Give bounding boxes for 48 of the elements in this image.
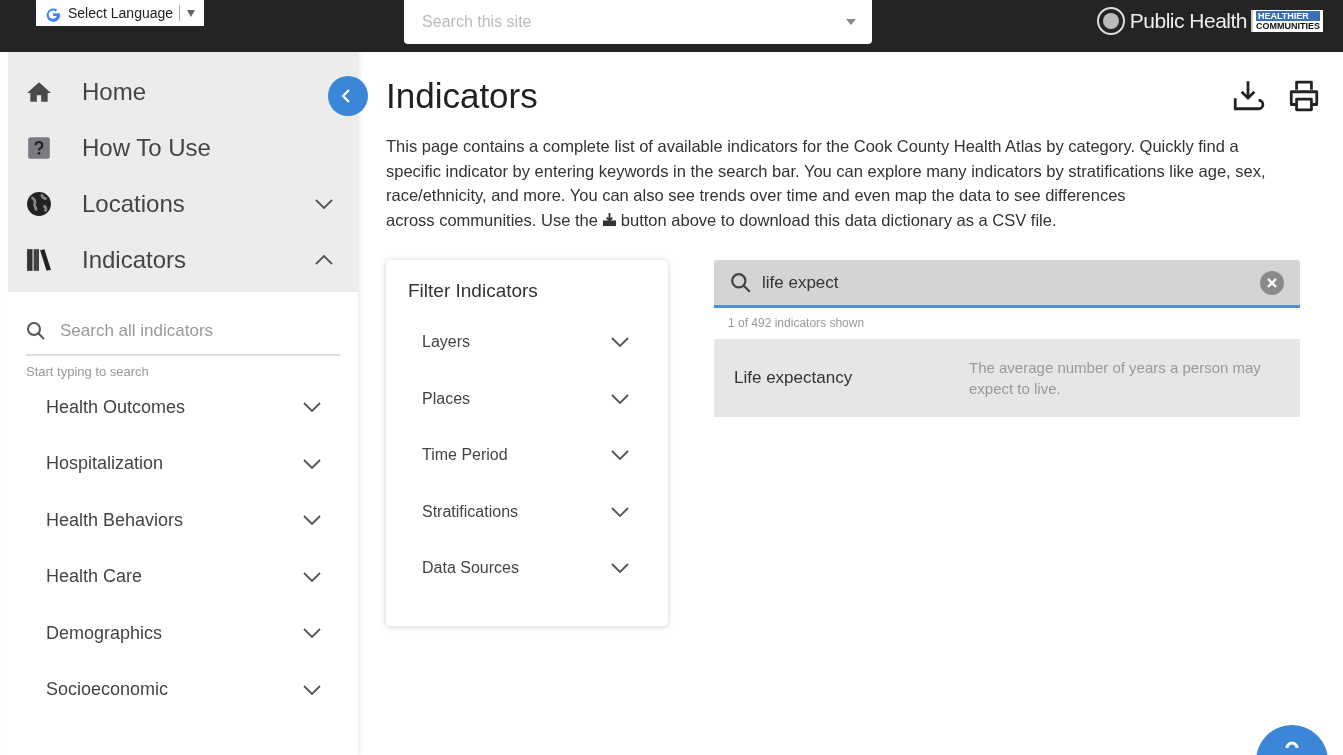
filter-item[interactable]: Places <box>408 370 646 427</box>
download-icon <box>601 212 617 228</box>
indicator-search-field[interactable]: life expect <box>760 271 1252 294</box>
filter-title: Filter Indicators <box>408 280 539 302</box>
description-text: across communities. Use the <box>386 209 598 231</box>
print-button[interactable] <box>1287 79 1321 113</box>
books-icon <box>24 247 54 273</box>
caret-icon <box>186 8 197 18</box>
nav-item[interactable]: Indicators <box>24 232 334 288</box>
clear-icon[interactable] <box>1260 270 1284 295</box>
nav-item[interactable]: Home <box>24 64 322 120</box>
download-button[interactable] <box>1231 79 1265 113</box>
site-search-field[interactable]: Search this site <box>420 12 847 32</box>
collapse-button[interactable] <box>328 76 368 116</box>
indicator-name: Life expectancy <box>734 368 854 388</box>
chevron-left-icon <box>340 88 352 104</box>
page-title: Indicators <box>386 76 538 116</box>
indicator-search-field[interactable]: life expect <box>714 260 1300 308</box>
nav-item[interactable]: How To Use <box>24 120 334 176</box>
indicator-search-field[interactable]: Search all indicators <box>58 320 340 342</box>
filter-item[interactable]: Time Period <box>408 427 646 484</box>
indicator-description: The average number of years a person may expect to live. <box>969 358 1262 399</box>
printer-icon <box>1287 79 1321 113</box>
category-item[interactable]: Demographics <box>26 605 340 662</box>
globe-icon <box>24 191 54 217</box>
result-count: 1 of 492 indicators shown <box>728 316 866 330</box>
caret-icon <box>846 19 857 25</box>
filter-item[interactable]: Stratifications <box>408 483 646 540</box>
search-icon <box>26 321 46 341</box>
language-selector[interactable]: Select Language <box>36 0 205 26</box>
result-row[interactable]: Life expectancy The average number of years a person may expect to live. <box>714 339 1300 417</box>
download-icon <box>1231 79 1265 113</box>
indicator-search-field[interactable]: Search all indicators <box>26 310 340 356</box>
site-search-field[interactable]: Search this site <box>404 0 873 44</box>
nav-item[interactable]: Locations <box>24 176 334 232</box>
filter-item[interactable]: Layers <box>408 314 646 371</box>
category-item[interactable]: Health Outcomes <box>26 379 340 436</box>
logo-badge: HEALTHIER COMMUNITIES <box>1251 10 1323 32</box>
category-item[interactable]: Health Care <box>26 548 340 605</box>
search-icon <box>730 271 752 294</box>
seal-icon <box>1095 6 1126 36</box>
description-text: button above to download this data dictionary as a CSV file. <box>620 209 1057 231</box>
search-hint: Start typing to search <box>26 364 150 379</box>
logo-text: Public Health <box>1129 9 1247 33</box>
category-item[interactable]: Socioeconomic <box>26 661 340 718</box>
category-item[interactable]: Hospitalization <box>26 435 340 492</box>
category-item[interactable]: Health Behaviors <box>26 492 340 549</box>
filter-item[interactable]: Data Sources <box>408 540 646 597</box>
